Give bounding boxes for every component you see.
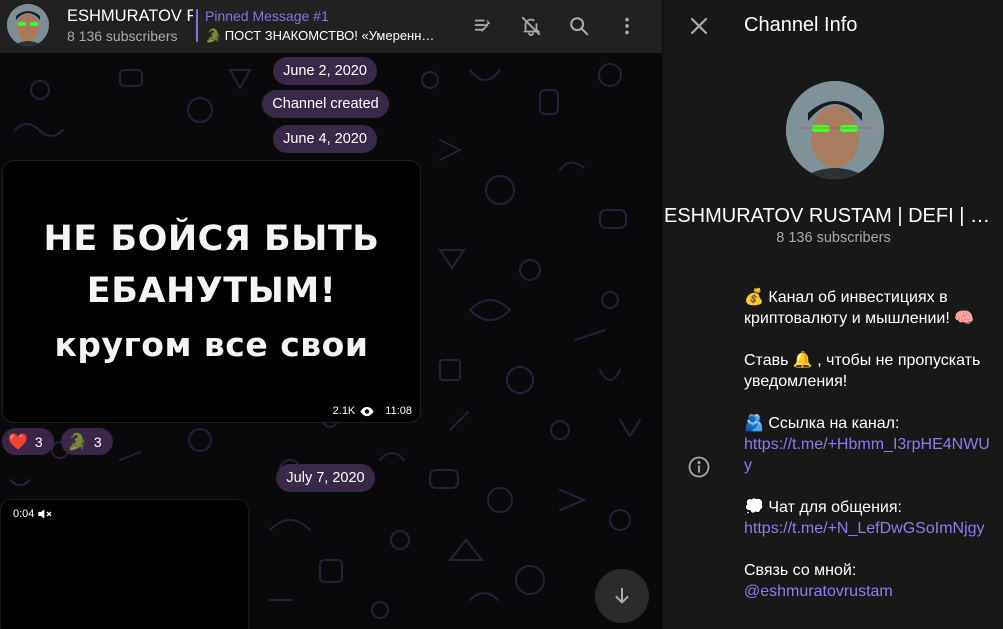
subscriber-count: 8 136 subscribers: [776, 230, 891, 246]
scroll-to-bottom-button[interactable]: [595, 569, 649, 623]
description-block: 💭 Чат для общения: https://t.me/+N_LefDw…: [744, 497, 992, 539]
poster-text-line-3: кругом все свои: [54, 325, 369, 364]
subscriber-count: 8 136 subscribers: [67, 28, 178, 44]
channel-description: 💰 Канал об инвестициях в криптовалюту и …: [744, 287, 992, 623]
channel-avatar-large[interactable]: [786, 81, 884, 179]
channel-info-panel: Channel Info ESHMURATOV RUSTAM | DEFI | …: [662, 0, 1003, 629]
close-button[interactable]: [684, 11, 714, 41]
description-line: 💰 Канал об инвестициях в криптовалюту и …: [744, 289, 975, 327]
more-icon[interactable]: [612, 11, 642, 41]
description-block: Связь со мной: @eshmuratovrustam: [744, 560, 992, 602]
video-duration-badge: 0:04: [9, 505, 57, 522]
chat-link[interactable]: https://t.me/+N_LefDwGSoImNjgy: [744, 520, 985, 537]
pinned-indicator: [196, 9, 198, 42]
crocodile-icon: 🐊: [67, 433, 87, 451]
description-label: 🫂 Ссылка на канал:: [744, 415, 900, 432]
chat-area: ESHMURATOV RUSTAM | DEFI | CRYPTO 8 136 …: [0, 0, 662, 629]
video-message[interactable]: 0:04: [0, 499, 249, 629]
poster-text-line-2: ЕБАНУТЫМ!: [86, 271, 337, 311]
description-label: 💭 Чат для общения:: [744, 499, 902, 516]
pinned-message-label[interactable]: Pinned Message #1: [205, 8, 329, 24]
avatar-portrait: [7, 4, 49, 46]
message-meta: 2.1K 11:08: [333, 405, 412, 417]
channel-link[interactable]: https://t.me/+Hbmm_I3rpHE4NWUy: [744, 436, 990, 474]
description-line: Ставь 🔔 , чтобы не пропускать уведомлени…: [744, 352, 981, 390]
reaction-count: 3: [93, 433, 102, 450]
service-message: Channel created: [262, 90, 389, 118]
photo-message[interactable]: НЕ БОЙСЯ БЫТЬ ЕБАНУТЫМ! кругом все свои …: [2, 160, 421, 423]
date-divider: July 7, 2020: [276, 464, 375, 492]
muted-speaker-icon[interactable]: [37, 508, 53, 520]
mute-icon[interactable]: [516, 11, 546, 41]
pinned-message-preview[interactable]: 🐊 ПОСТ ЗНАКОМСТВО! «Умеренность — это ло…: [205, 28, 441, 44]
chat-header: ESHMURATOV RUSTAM | DEFI | CRYPTO 8 136 …: [0, 0, 662, 53]
search-icon[interactable]: [564, 11, 594, 41]
message-time: 11:08: [385, 405, 412, 417]
close-icon: [690, 17, 708, 35]
arrow-down-icon: [615, 587, 629, 604]
description-label: Связь со мной:: [744, 562, 857, 579]
heart-icon: ❤️: [8, 433, 28, 451]
view-count: 2.1K: [332, 405, 356, 417]
channel-title[interactable]: ESHMURATOV RUSTAM | DEFI | CRYPTO: [67, 7, 193, 26]
panel-title: Channel Info: [744, 14, 858, 36]
channel-name: ESHMURATOV RUSTAM | DEFI | CRYPTO: [664, 205, 1003, 227]
eye-icon: [360, 406, 374, 416]
channel-avatar[interactable]: [7, 4, 49, 46]
avatar-portrait: [786, 81, 884, 179]
reaction-count: 3: [34, 433, 43, 450]
video-duration: 0:04: [13, 507, 35, 520]
poster-text-line-1: НЕ БОЙСЯ БЫТЬ: [43, 219, 380, 259]
date-divider: June 4, 2020: [273, 125, 377, 153]
contact-link[interactable]: @eshmuratovrustam: [744, 583, 893, 600]
date-divider: June 2, 2020: [273, 57, 377, 85]
description-block: 🫂 Ссылка на канал: https://t.me/+Hbmm_I3…: [744, 413, 992, 476]
reaction-heart[interactable]: ❤️ 3: [2, 428, 54, 455]
pinned-list-icon[interactable]: [468, 11, 498, 41]
info-icon: [687, 455, 711, 479]
reaction-crocodile[interactable]: 🐊 3: [61, 428, 113, 455]
